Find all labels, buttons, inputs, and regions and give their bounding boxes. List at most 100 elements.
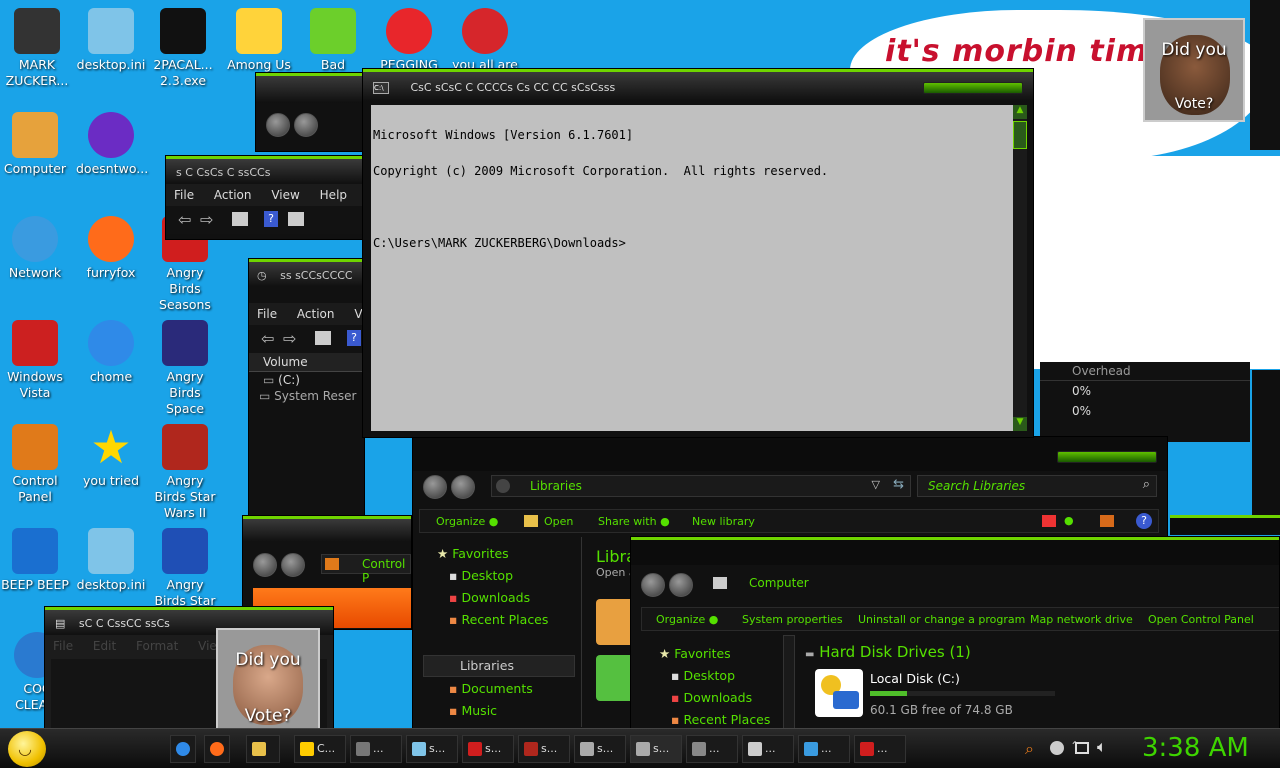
menu-action[interactable]: Action <box>214 188 252 202</box>
title-bar[interactable]: ◷ ss sCCsCCCC <box>249 259 364 287</box>
share-with-button[interactable]: Share with ● <box>598 515 670 528</box>
desktop-icon-item[interactable]: desktop.ini <box>76 8 146 73</box>
desktop-icon-item[interactable]: doesntwo... <box>76 112 148 177</box>
taskbar-button[interactable]: ... <box>854 735 906 763</box>
volume-row[interactable]: ▭ (C:) <box>249 372 364 388</box>
taskbar-button[interactable]: ... <box>686 735 738 763</box>
taskbar-button[interactable]: s... <box>462 735 514 763</box>
desktop-icon-item[interactable]: Angry Birds Space <box>150 320 220 417</box>
search-box[interactable]: Search Libraries ⌕ <box>917 475 1157 497</box>
title-bar[interactable] <box>631 537 1279 565</box>
taskbar-button[interactable]: ... <box>798 735 850 763</box>
address-bar[interactable]: Control P <box>321 554 411 585</box>
search-icon[interactable]: ⌕ <box>1143 477 1150 492</box>
back-button[interactable] <box>253 553 277 577</box>
scroll-up-arrow[interactable]: ▲ <box>1013 105 1027 119</box>
desktop-icon-item[interactable]: Among Us <box>224 8 294 73</box>
desktop-icon-item[interactable]: 2PACAL... 2.3.exe <box>148 8 218 89</box>
taskbar-button[interactable] <box>246 735 280 763</box>
forward-button[interactable] <box>294 113 318 137</box>
menu-file[interactable]: File <box>257 307 277 321</box>
drive-item[interactable]: Local Disk (C:) 60.1 GB free of 74.8 GB <box>815 669 1055 721</box>
taskbar-button[interactable]: ... <box>350 735 402 763</box>
map-network-drive-button[interactable]: Map network drive <box>1030 613 1133 626</box>
address-bar[interactable]: Computer <box>709 573 1279 595</box>
menu-file[interactable]: File <box>53 639 73 653</box>
column-header-volume[interactable]: Volume <box>249 353 364 372</box>
help-icon[interactable]: ? <box>1136 513 1152 529</box>
menu-edit[interactable]: Edit <box>93 639 116 653</box>
menu-view[interactable]: View <box>271 188 299 202</box>
nav-scrollbar[interactable] <box>783 635 795 730</box>
forward-button[interactable] <box>451 475 475 499</box>
scroll-down-arrow[interactable]: ▼ <box>1013 417 1027 431</box>
menu-action[interactable]: Action <box>297 307 335 321</box>
computer-window[interactable]: Computer Organize ● System properties Un… <box>630 536 1280 731</box>
vertical-scrollbar[interactable]: ▲ ▼ <box>1013 105 1027 431</box>
desktop-icon-item[interactable]: MARK ZUCKER... <box>0 8 74 89</box>
taskbar-button[interactable] <box>204 735 230 763</box>
back-button[interactable] <box>423 475 447 499</box>
properties-icon[interactable] <box>288 212 304 226</box>
uninstall-program-button[interactable]: Uninstall or change a program <box>858 613 1025 626</box>
desktop-icon-item[interactable]: you all are <box>450 8 520 73</box>
library-folder-icon[interactable] <box>596 599 634 645</box>
caption-buttons[interactable] <box>1057 451 1157 463</box>
desktop-icon-item[interactable]: BEEP BEEP <box>0 528 70 593</box>
taskbar-button[interactable]: s... <box>630 735 682 763</box>
organize-button[interactable]: Organize ● <box>656 613 718 626</box>
taskbar-button[interactable]: ... <box>742 735 794 763</box>
menu-file[interactable]: File <box>174 188 194 202</box>
title-bar[interactable] <box>243 516 411 542</box>
mmc-window-1[interactable]: s C CsCs C ssCCs File Action View Help ⇦… <box>165 155 365 240</box>
vote-poster-bottom[interactable]: Did you Vote? <box>216 628 320 732</box>
desktop-icon-item[interactable]: chome <box>76 320 146 385</box>
favorites-header[interactable]: ★ Favorites <box>659 643 799 665</box>
title-bar[interactable]: s C CsCs C ssCCs <box>166 156 364 184</box>
taskbar-button[interactable]: s... <box>574 735 626 763</box>
desktop-icon-item[interactable]: ★ you tried <box>76 424 146 489</box>
forward-button[interactable] <box>281 553 305 577</box>
back-arrow-icon[interactable]: ⇦ <box>261 329 274 348</box>
new-library-button[interactable]: New library <box>692 515 755 528</box>
console-tree-icon[interactable] <box>232 212 248 226</box>
tray-search-icon[interactable]: ⌕ <box>1025 739 1034 759</box>
tray-minus-icon[interactable] <box>1050 741 1064 755</box>
explorer-window-back[interactable] <box>255 72 365 152</box>
system-properties-button[interactable]: System properties <box>742 613 843 626</box>
start-button[interactable]: ◡ <box>8 731 46 767</box>
dropdown-icon[interactable]: ▽ <box>872 478 880 491</box>
taskbar-button[interactable]: s... <box>518 735 570 763</box>
title-bar[interactable] <box>256 73 364 103</box>
volume-icon[interactable]: 🔈︎ <box>1097 737 1107 757</box>
mmc-window-2[interactable]: ◷ ss sCCsCCCC File Action Vi ⇦ ⇨ ? Volum… <box>248 258 365 520</box>
open-button[interactable]: Open <box>544 515 573 528</box>
view-icon[interactable] <box>1042 515 1056 527</box>
nav-downloads[interactable]: ▪ Downloads <box>659 687 799 709</box>
address-bar[interactable]: Libraries ▽ ⇆ <box>491 475 911 497</box>
taskbar-button[interactable]: C... <box>294 735 346 763</box>
menu-format[interactable]: Format <box>136 639 178 653</box>
desktop-icon-item[interactable]: Computer <box>0 112 70 177</box>
desktop-icon-item[interactable]: PEGGING <box>374 8 444 73</box>
desktop-icon-item[interactable]: Network <box>0 216 70 281</box>
overhead-header[interactable]: Overhead <box>1040 362 1250 381</box>
open-control-panel-button[interactable]: Open Control Panel <box>1148 613 1254 626</box>
libraries-header[interactable]: Libraries <box>423 655 575 677</box>
nav-documents[interactable]: ▪ Documents <box>449 678 533 700</box>
desktop-icon-item[interactable]: Angry Birds Star Wars II <box>150 424 220 521</box>
title-bar[interactable] <box>413 437 1167 471</box>
scroll-thumb[interactable] <box>1013 121 1027 149</box>
nav-recent-places[interactable]: ▪ Recent Places <box>437 609 577 631</box>
desktop-icon-item[interactable]: furryfox <box>76 216 146 281</box>
network-icon[interactable] <box>1075 742 1089 754</box>
back-arrow-icon[interactable]: ⇦ <box>178 210 191 229</box>
desktop-icon-item[interactable]: Control Panel <box>0 424 70 505</box>
forward-arrow-icon[interactable]: ⇨ <box>200 210 213 229</box>
forward-button[interactable] <box>669 573 693 597</box>
menu-help[interactable]: Help <box>320 188 347 202</box>
help-icon[interactable]: ? <box>347 330 361 346</box>
volume-row[interactable]: ▭ System Reser <box>249 388 364 404</box>
vote-poster-top[interactable]: Did you Vote? <box>1143 18 1245 122</box>
nav-desktop[interactable]: ▪ Desktop <box>437 565 577 587</box>
